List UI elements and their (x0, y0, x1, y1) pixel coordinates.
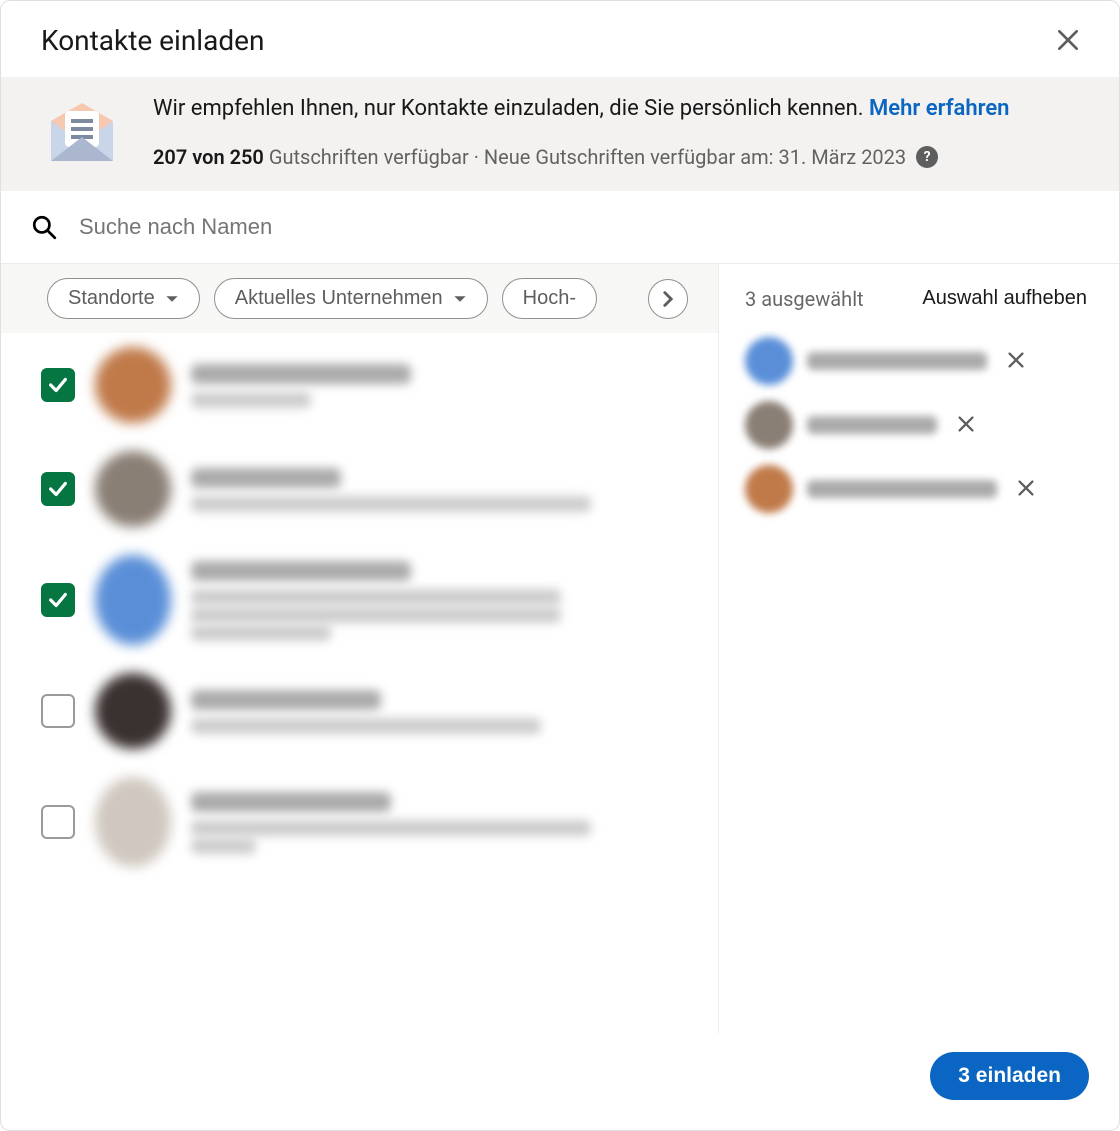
contact-name (191, 690, 381, 710)
selection-name (807, 480, 997, 498)
banner-message: Wir empfehlen Ihnen, nur Kontakte einzul… (153, 96, 869, 121)
avatar (745, 401, 793, 449)
credits-count: 207 von 250 (153, 145, 264, 169)
filter-scroll-right[interactable] (648, 279, 688, 319)
modal-body: Standorte Aktuelles Unternehmen Hoch- (1, 263, 1119, 1033)
filter-scroll: Standorte Aktuelles Unternehmen Hoch- (47, 278, 597, 319)
contact-subtitle (191, 820, 591, 836)
recommendation-banner: Wir empfehlen Ihnen, nur Kontakte einzul… (1, 77, 1119, 191)
filter-current-company[interactable]: Aktuelles Unternehmen (214, 278, 488, 319)
filter-bar: Standorte Aktuelles Unternehmen Hoch- (1, 264, 718, 333)
check-icon (47, 589, 69, 611)
contact-checkbox[interactable] (41, 805, 75, 839)
close-icon (1015, 477, 1037, 499)
contact-checkbox[interactable] (41, 472, 75, 506)
contact-info (191, 686, 688, 736)
avatar (95, 451, 171, 527)
modal-footer: 3 einladen (1, 1033, 1119, 1130)
contact-list[interactable] (1, 333, 718, 1033)
contact-checkbox[interactable] (41, 368, 75, 402)
selection-item (737, 457, 1101, 521)
selection-header: 3 ausgewählt Auswahl aufheben (719, 264, 1119, 329)
contact-subtitle (191, 607, 561, 623)
avatar (745, 337, 793, 385)
contact-name (191, 561, 411, 581)
filter-label: Standorte (68, 287, 155, 310)
selection-name (807, 352, 987, 370)
contact-subtitle (191, 496, 591, 512)
selection-name (807, 416, 937, 434)
check-icon (47, 374, 69, 396)
credits-rest: Gutschriften verfügbar · Neue Gutschrift… (264, 145, 906, 169)
modal-header: Kontakte einladen (1, 1, 1119, 77)
close-icon (1055, 27, 1081, 53)
contact-row[interactable] (1, 659, 718, 763)
avatar (95, 555, 171, 645)
close-icon (1005, 349, 1027, 371)
selection-count: 3 ausgewählt (745, 287, 864, 311)
selection-list (719, 329, 1119, 1033)
avatar (745, 465, 793, 513)
avatar (95, 777, 171, 867)
contact-info (191, 557, 688, 643)
selection-column: 3 ausgewählt Auswahl aufheben (719, 264, 1119, 1033)
contact-checkbox[interactable] (41, 694, 75, 728)
modal-title: Kontakte einladen (41, 24, 264, 57)
contact-subtitle (191, 718, 541, 734)
filter-locations[interactable]: Standorte (47, 278, 200, 319)
contact-row[interactable] (1, 437, 718, 541)
chevron-down-icon (165, 292, 179, 306)
chevron-down-icon (453, 292, 467, 306)
search-input[interactable] (77, 213, 1089, 241)
contact-info (191, 360, 688, 410)
contact-subtitle (191, 589, 561, 605)
close-button[interactable] (1047, 19, 1089, 61)
contact-info (191, 464, 688, 514)
clear-selection-button[interactable]: Auswahl aufheben (916, 286, 1093, 311)
filter-label: Hoch- (523, 287, 576, 310)
envelope-icon (41, 93, 123, 175)
contact-name (191, 468, 341, 488)
contact-checkbox[interactable] (41, 583, 75, 617)
banner-text: Wir empfehlen Ihnen, nur Kontakte einzul… (153, 93, 1009, 175)
contact-subtitle (191, 625, 331, 641)
contact-row[interactable] (1, 541, 718, 659)
filter-school[interactable]: Hoch- (502, 278, 597, 319)
invite-contacts-modal: Kontakte einladen Wir empfehlen Ihnen, n… (0, 0, 1120, 1131)
contacts-column: Standorte Aktuelles Unternehmen Hoch- (1, 264, 719, 1033)
selection-item (737, 393, 1101, 457)
contact-info (191, 788, 688, 856)
chevron-right-icon (660, 291, 676, 307)
contact-row[interactable] (1, 763, 718, 881)
contact-name (191, 792, 391, 812)
invite-button[interactable]: 3 einladen (930, 1052, 1089, 1100)
contact-row[interactable] (1, 333, 718, 437)
contact-name (191, 364, 411, 384)
contact-subtitle (191, 392, 311, 408)
selection-item (737, 329, 1101, 393)
contact-subtitle (191, 838, 256, 854)
avatar (95, 673, 171, 749)
avatar (95, 347, 171, 423)
credits-line: 207 von 250 Gutschriften verfügbar · Neu… (153, 143, 1009, 172)
remove-selection-button[interactable] (1001, 345, 1031, 378)
search-icon (31, 214, 57, 240)
filter-label: Aktuelles Unternehmen (235, 287, 443, 310)
learn-more-link[interactable]: Mehr erfahren (869, 96, 1009, 121)
check-icon (47, 478, 69, 500)
remove-selection-button[interactable] (951, 409, 981, 442)
search-bar (1, 191, 1119, 263)
remove-selection-button[interactable] (1011, 473, 1041, 506)
help-icon[interactable]: ? (916, 146, 938, 168)
close-icon (955, 413, 977, 435)
